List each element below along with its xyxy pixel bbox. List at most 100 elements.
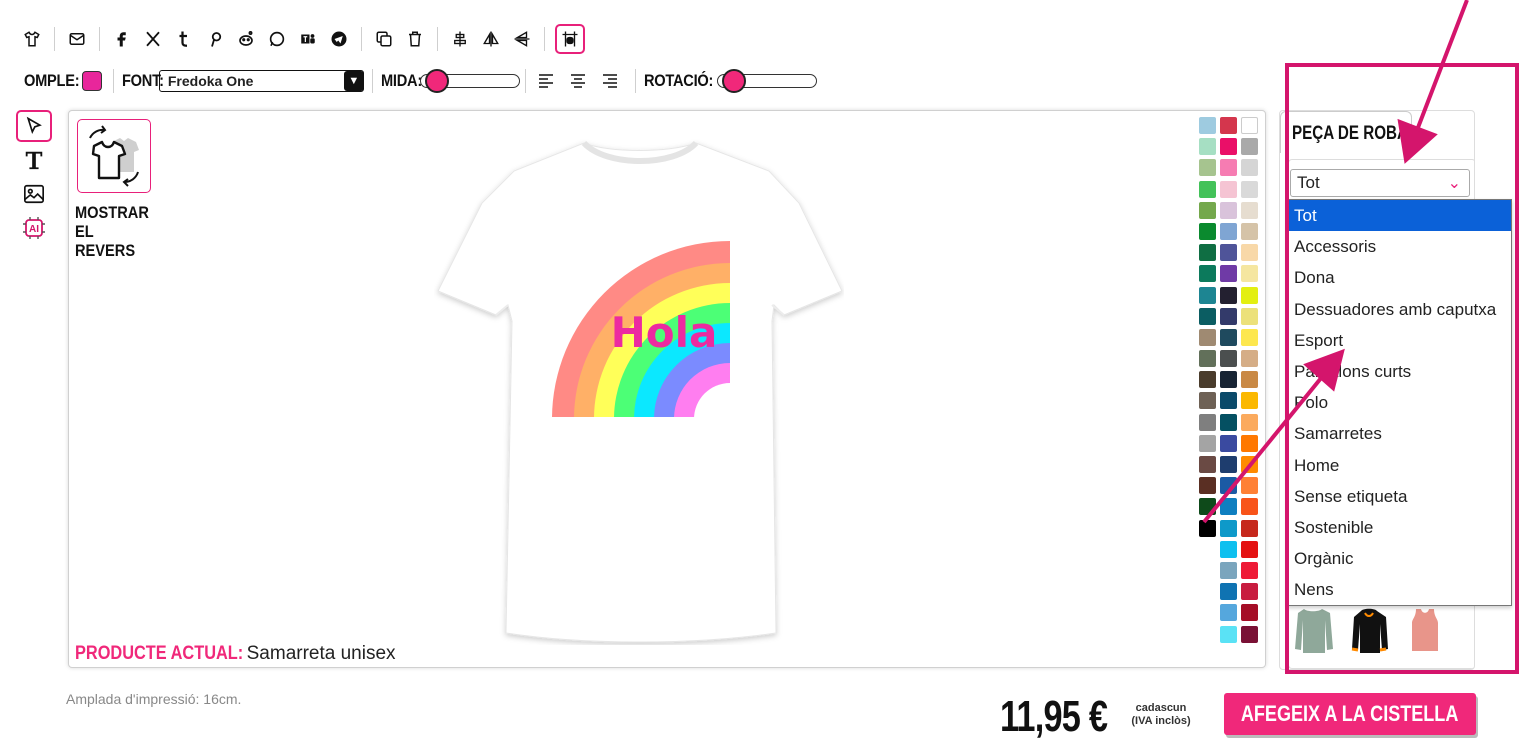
dropdown-option[interactable]: Accessoris xyxy=(1288,231,1511,262)
whatsapp-icon[interactable] xyxy=(263,24,291,54)
image-icon[interactable] xyxy=(16,178,52,210)
color-swatch[interactable] xyxy=(1241,201,1258,219)
design-text[interactable]: Hola xyxy=(611,308,718,357)
slider-knob[interactable] xyxy=(721,69,746,93)
color-swatch[interactable] xyxy=(1241,561,1258,579)
color-swatch[interactable] xyxy=(1199,180,1216,198)
color-swatch[interactable] xyxy=(1241,477,1258,495)
telegram-icon[interactable] xyxy=(325,24,353,54)
design-canvas[interactable]: MOSTRAR EL REVERS Hola PRODUCTE ACTUAL: … xyxy=(68,110,1266,668)
color-swatch[interactable] xyxy=(1220,413,1237,431)
color-swatch[interactable] xyxy=(1220,498,1237,516)
color-swatch[interactable] xyxy=(1199,371,1216,389)
color-swatch[interactable] xyxy=(1241,350,1258,368)
align-center-text-icon[interactable] xyxy=(566,71,590,91)
color-swatch[interactable] xyxy=(1220,222,1237,240)
dropdown-option[interactable]: Samarretes xyxy=(1288,418,1511,449)
tshirt-icon[interactable] xyxy=(18,24,46,54)
duplicate-icon[interactable] xyxy=(370,24,398,54)
color-swatch[interactable] xyxy=(1220,519,1237,537)
dropdown-option[interactable]: Tot xyxy=(1288,200,1511,232)
pointer-icon[interactable] xyxy=(16,110,52,142)
font-select[interactable]: Fredoka One ▼ xyxy=(158,70,364,92)
fill-color-swatch[interactable] xyxy=(82,71,103,91)
dropdown-option[interactable]: Nens xyxy=(1288,574,1511,605)
teams-icon[interactable] xyxy=(294,24,322,54)
color-swatch[interactable] xyxy=(1241,180,1258,198)
color-swatch[interactable] xyxy=(1241,498,1258,516)
size-slider[interactable] xyxy=(420,69,521,93)
color-swatch[interactable] xyxy=(1241,222,1258,240)
facebook-icon[interactable] xyxy=(108,24,136,54)
dropdown-option[interactable]: Dona xyxy=(1288,262,1511,293)
align-center-icon[interactable] xyxy=(446,24,474,54)
color-swatch[interactable] xyxy=(1220,540,1237,558)
color-swatch[interactable] xyxy=(1241,244,1258,262)
color-swatch[interactable] xyxy=(1241,371,1258,389)
color-swatch[interactable] xyxy=(1199,265,1216,283)
color-swatch[interactable] xyxy=(1241,138,1258,156)
color-swatch[interactable] xyxy=(1220,561,1237,579)
color-swatch[interactable] xyxy=(1199,328,1216,346)
color-swatch[interactable] xyxy=(1241,117,1258,134)
color-swatch[interactable] xyxy=(1220,286,1237,304)
reddit-icon[interactable] xyxy=(232,24,260,54)
center-grid-icon[interactable] xyxy=(555,24,585,54)
x-icon[interactable] xyxy=(139,24,167,54)
dropdown-option[interactable]: Sense etiqueta xyxy=(1288,481,1511,512)
color-swatch[interactable] xyxy=(1220,392,1237,410)
color-swatch[interactable] xyxy=(1199,519,1216,537)
color-swatch[interactable] xyxy=(1241,307,1258,325)
trash-icon[interactable] xyxy=(401,24,429,54)
color-swatch[interactable] xyxy=(1220,265,1237,283)
color-swatch[interactable] xyxy=(1199,350,1216,368)
color-swatch[interactable] xyxy=(1199,286,1216,304)
color-swatch[interactable] xyxy=(1199,307,1216,325)
ai-icon[interactable]: AI xyxy=(16,212,52,244)
color-swatch[interactable] xyxy=(1241,540,1258,558)
color-swatch[interactable] xyxy=(1241,159,1258,177)
color-swatch[interactable] xyxy=(1220,180,1237,198)
dropdown-option[interactable]: Pantalons curts xyxy=(1288,356,1511,387)
color-swatch[interactable] xyxy=(1241,392,1258,410)
dropdown-option[interactable]: Polo xyxy=(1288,387,1511,418)
add-to-cart-button[interactable]: AFEGEIX A LA CISTELLA xyxy=(1224,693,1476,735)
pinterest-icon[interactable] xyxy=(201,24,229,54)
color-swatch[interactable] xyxy=(1220,138,1237,156)
dropdown-option[interactable]: Sostenible xyxy=(1288,512,1511,543)
color-swatch[interactable] xyxy=(1220,307,1237,325)
color-swatch[interactable] xyxy=(1199,456,1216,473)
color-swatch[interactable] xyxy=(1220,159,1237,177)
color-swatch[interactable] xyxy=(1199,201,1216,219)
color-swatch[interactable] xyxy=(1220,583,1237,601)
align-right-icon[interactable] xyxy=(598,71,622,91)
color-swatch[interactable] xyxy=(1199,222,1216,240)
color-swatch[interactable] xyxy=(1199,498,1216,516)
flip-side-button[interactable] xyxy=(77,119,151,193)
color-swatch[interactable] xyxy=(1220,371,1237,389)
align-left-icon[interactable] xyxy=(534,71,558,91)
dropdown-option[interactable]: Esport xyxy=(1288,325,1511,356)
color-swatch[interactable] xyxy=(1199,117,1216,134)
color-swatch[interactable] xyxy=(1220,456,1237,473)
color-swatch[interactable] xyxy=(1241,265,1258,283)
flip-horizontal-icon[interactable] xyxy=(477,24,505,54)
color-swatch[interactable] xyxy=(1199,477,1216,495)
color-swatch[interactable] xyxy=(1241,519,1258,537)
color-swatch[interactable] xyxy=(1220,350,1237,368)
color-swatch[interactable] xyxy=(1199,413,1216,431)
color-swatch[interactable] xyxy=(1199,392,1216,410)
color-swatch[interactable] xyxy=(1241,456,1258,473)
color-swatch[interactable] xyxy=(1220,244,1237,262)
color-swatch[interactable] xyxy=(1241,286,1258,304)
color-swatch[interactable] xyxy=(1220,625,1237,643)
color-swatch[interactable] xyxy=(1241,328,1258,346)
color-swatch[interactable] xyxy=(1241,625,1258,643)
garment-category-select[interactable]: Tot ⌄ xyxy=(1290,169,1470,197)
color-swatch[interactable] xyxy=(1199,138,1216,156)
dropdown-option[interactable]: Home xyxy=(1288,450,1511,481)
color-swatch[interactable] xyxy=(1220,477,1237,495)
text-icon[interactable] xyxy=(16,144,52,176)
slider-knob[interactable] xyxy=(425,69,450,93)
dropdown-option[interactable]: Dessuadores amb caputxa xyxy=(1288,294,1511,325)
